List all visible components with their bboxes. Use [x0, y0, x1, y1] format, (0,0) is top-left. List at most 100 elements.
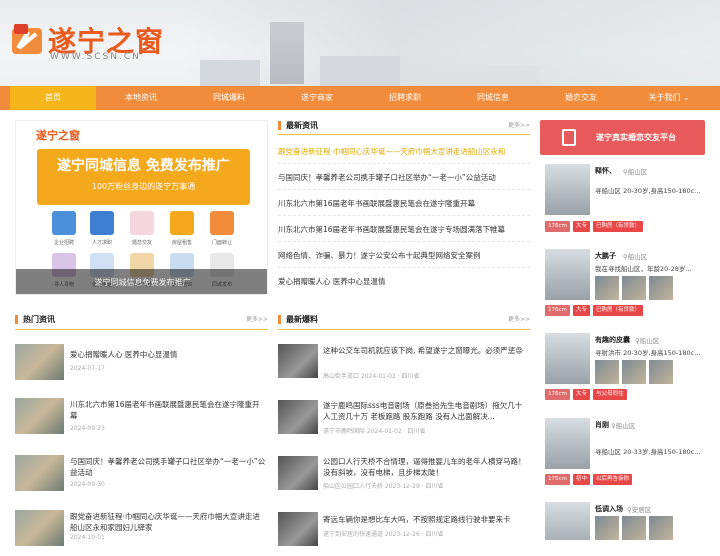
profile-photo[interactable]: [622, 516, 646, 540]
avatar[interactable]: [545, 333, 590, 384]
report-meta: 高山街手道口 2024-01-02 · 四川省: [323, 373, 420, 380]
news-item[interactable]: 跟党奋进新征程·巾帼同心庆华诞——天府巾帼大宣讲走进船山区永和: [278, 139, 530, 164]
report-title[interactable]: 寄远车辆你是想比车大吗，不按照规定路线行驶非要来卡: [323, 514, 529, 525]
profile-card[interactable]: 有趣的皮囊 ⚲船山区 寻射洪市 20-30岁,身高150-180c... 176…: [545, 333, 705, 403]
avatar[interactable]: [545, 418, 590, 469]
nav-about[interactable]: 关于我们 ⌄: [626, 86, 712, 110]
report-item[interactable]: 寄远车辆你是想比车大吗，不按照规定路线行驶非要来卡 遂宁到安居的快速通道 202…: [278, 512, 530, 556]
banner-caption[interactable]: 遂宁同城信息免费发布推广: [16, 269, 267, 294]
banner-icon-label: 房屋租售: [171, 240, 192, 246]
chevron-down-icon: ⌄: [682, 93, 690, 102]
nav-local-news[interactable]: 本地资讯: [98, 86, 184, 110]
banner-logo: 遂宁之窗: [36, 129, 80, 142]
hot-news-item[interactable]: 跟党奋进新征程·巾帼同心庆华诞——天府巾帼大宣讲走进船山区永和家园妇儿驿家 20…: [15, 510, 268, 554]
banner-subtitle: 100万粉丝身边的遂宁万事通: [91, 182, 196, 191]
profile-card[interactable]: 肖刚 ⚲船山区 寻船山区 20-33岁,身高150-180c... 175cm …: [545, 418, 705, 490]
report-item[interactable]: 这种公交车司机就应该下岗, 希望遂宁之窗曝光。必须严惩😡 高山街手道口 2024…: [278, 344, 530, 388]
profile-name[interactable]: 大鹏子: [595, 251, 616, 261]
profile-tag-education: 大专: [573, 389, 591, 400]
profile-seeking: 我在寻找船山区，年龄20-28岁...: [595, 265, 692, 273]
report-meta: 遂宁到安居的快速通道 2023-12-26 · 四川省: [323, 531, 444, 538]
avatar[interactable]: [545, 249, 590, 300]
heart-icon: [130, 211, 154, 235]
news-thumbnail[interactable]: [15, 398, 64, 434]
profile-tag-other: 以后再告诉你: [593, 474, 633, 485]
section-divider: [278, 134, 530, 135]
profile-photo[interactable]: [595, 360, 619, 384]
hot-news-item[interactable]: 川东北六市第16届老年书画联展暨惠民笔会在遂宁隆重开幕 2024-09-23: [15, 398, 268, 442]
report-title[interactable]: 公园口人行天桥不合情理，逼得推婴儿车的老年人横穿马路！没有斜坡，没有电梯，且步梯…: [323, 456, 529, 478]
nav-merchants[interactable]: 遂宁商家: [274, 86, 360, 110]
banner-icon-label: 人才求职: [91, 240, 112, 246]
report-title[interactable]: 遂宁鹿鸣国际sss电音剧场（原叁拾先生电音剧场）拖欠几十人工资几十万 老板跑路 …: [323, 400, 529, 422]
report-thumbnail[interactable]: [278, 344, 318, 378]
recruit-icon: [52, 211, 76, 235]
news-title[interactable]: 跟党奋进新征程·巾帼同心庆华诞——天府巾帼大宣讲走进船山区永和家园妇儿驿家: [70, 511, 266, 533]
nav-home[interactable]: 首页: [10, 86, 96, 110]
profile-photo[interactable]: [649, 360, 673, 384]
hot-news-item[interactable]: 与国同庆！孝馨养老公司携手罐子口社区举办“一老一小”公益活动 2024-09-3…: [15, 455, 268, 499]
nav-jobs[interactable]: 招聘求职: [362, 86, 448, 110]
profile-card[interactable]: 释怀、 ⚲船山区 寻船山区 20-30岁,身高150-180c... 176cm…: [545, 164, 705, 238]
profile-photo[interactable]: [622, 276, 646, 300]
news-item[interactable]: 网络色情、诈骗、暴力！遂宁公安公布十起典型网络安全案例: [278, 243, 530, 268]
shop-icon: [210, 211, 234, 235]
nav-city-reports[interactable]: 同城爆料: [186, 86, 272, 110]
profile-photo[interactable]: [649, 276, 673, 300]
news-item[interactable]: 与国同庆！孝馨养老公司携手罐子口社区举办“一老一小”公益活动: [278, 165, 530, 190]
profile-name[interactable]: 有趣的皮囊: [595, 335, 630, 345]
avatar[interactable]: [545, 164, 590, 215]
nav-dating[interactable]: 婚恋交友: [538, 86, 624, 110]
news-thumbnail[interactable]: [15, 344, 64, 380]
banner-icon-label: 企业招聘: [53, 240, 74, 246]
profile-photo[interactable]: [595, 276, 619, 300]
profile-photo[interactable]: [622, 360, 646, 384]
profile-photo[interactable]: [649, 516, 673, 540]
news-item[interactable]: 川东北六市第16届老年书画联展暨惠民笔会在遂宁专场圆满落下帷幕: [278, 217, 530, 242]
avatar[interactable]: [545, 502, 590, 540]
news-date: 2024-09-30: [70, 481, 105, 488]
section-marker: [278, 315, 281, 324]
more-link[interactable]: 更多>>: [246, 313, 268, 327]
news-thumbnail[interactable]: [15, 455, 64, 491]
report-title[interactable]: 这种公交车司机就应该下岗, 希望遂宁之窗曝光。必须严惩😡: [323, 345, 529, 356]
report-thumbnail[interactable]: [278, 456, 318, 490]
section-title: 热门资讯: [23, 315, 55, 324]
report-thumbnail[interactable]: [278, 400, 318, 434]
promo-banner[interactable]: 遂宁之窗 遂宁同城信息 免费发布推广 100万粉丝身边的遂宁万事通 企业招聘 人…: [15, 120, 268, 295]
news-title[interactable]: 川东北六市第16届老年书画联展暨惠民笔会在遂宁隆重开幕: [70, 399, 266, 421]
more-link[interactable]: 更多>>: [508, 119, 530, 133]
news-title[interactable]: 与国同庆！孝馨养老公司携手罐子口社区举办“一老一小”公益活动: [70, 456, 266, 478]
section-title: 最新爆料: [286, 315, 318, 324]
section-title: 最新资讯: [286, 121, 318, 130]
document-icon: [562, 129, 576, 146]
news-item[interactable]: 川东北六市第16届老年书画联展暨惠民笔会在遂宁隆重开幕: [278, 191, 530, 216]
profile-card[interactable]: 大鹏子 ⚲船山区 我在寻找船山区，年龄20-28岁... 176cm 大专 已购…: [545, 249, 705, 319]
news-title[interactable]: 爱心捐赠暖人心 医养中心显温情: [70, 349, 266, 360]
banner-icon-label: 婚恋交友: [131, 240, 152, 246]
profile-card[interactable]: 低调入场 ⚲安居区: [545, 502, 705, 540]
more-link[interactable]: 更多>>: [508, 313, 530, 327]
report-item[interactable]: 遂宁鹿鸣国际sss电音剧场（原叁拾先生电音剧场）拖欠几十人工资几十万 老板跑路 …: [278, 400, 530, 444]
profile-name[interactable]: 释怀、: [595, 166, 616, 176]
report-item[interactable]: 公园口人行天桥不合情理，逼得推婴儿车的老年人横穿马路！没有斜坡，没有电梯，且步梯…: [278, 456, 530, 500]
banner-icon-label: 门面转让: [211, 240, 232, 246]
report-thumbnail[interactable]: [278, 512, 318, 546]
site-logo-icon[interactable]: [10, 22, 46, 58]
profile-location-text: 船山区: [615, 422, 636, 430]
hot-news-item[interactable]: 爱心捐赠暖人心 医养中心显温情 2024-07-17: [15, 344, 268, 388]
nav-city-info[interactable]: 同城信息: [450, 86, 536, 110]
news-thumbnail[interactable]: [15, 510, 64, 546]
dating-promo-text: 遂宁真实婚恋交友平台: [596, 133, 676, 142]
site-domain: WWW.SCSN.CN: [50, 52, 141, 62]
banner-title: 遂宁同城信息 免费发布推广: [57, 158, 230, 174]
news-item[interactable]: 爱心捐赠暖人心 医养中心显温情: [278, 269, 530, 294]
section-divider: [15, 329, 268, 330]
profile-name[interactable]: 肖刚: [595, 420, 609, 430]
section-marker: [15, 315, 18, 324]
profile-photo[interactable]: [595, 516, 619, 540]
banner-card: 遂宁同城信息 免费发布推广 100万粉丝身边的遂宁万事通: [37, 149, 250, 205]
profile-tag-height: 175cm: [545, 474, 570, 485]
dating-promo-banner[interactable]: 遂宁真实婚恋交友平台: [540, 120, 705, 155]
profile-name[interactable]: 低调入场: [595, 504, 623, 514]
